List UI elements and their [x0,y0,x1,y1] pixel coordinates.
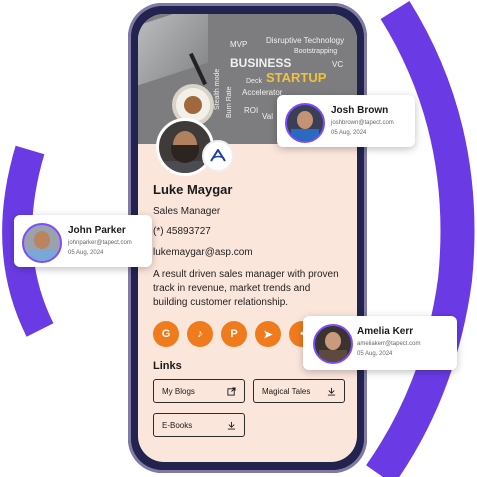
avatar [313,324,353,364]
cover-word: Accelerator [242,88,283,97]
cover-word: Deck [246,78,262,85]
cover-word: VC [332,60,344,69]
company-logo-icon [202,140,234,172]
pinterest-icon[interactable]: P [221,321,247,347]
contact-card-john-parker[interactable]: John Parker johnparker@tapect.com 05 Aug… [14,215,152,267]
link-button-ebooks[interactable]: E-Books [153,413,245,437]
cover-word: STARTUP [266,70,327,85]
cover-word: Stealth mode [214,68,221,110]
links-heading: Links [153,360,182,372]
contact-name: Amelia Kerr [357,326,414,337]
cover-word: Disruptive Technology [266,36,345,45]
contact-date: 05 Aug, 2024 [331,130,367,136]
download-icon [227,421,236,430]
external-link-icon [227,386,236,396]
link-label: Magical Tales [262,386,311,396]
contact-email: johnparker@tapect.com [68,240,132,246]
profile-phone[interactable]: (*) 45893727 [153,226,211,237]
contact-name: Josh Brown [331,105,389,116]
contact-email: ameliakerr@tapect.com [357,341,421,347]
profile-title: Sales Manager [153,206,221,217]
profile-email[interactable]: lukemaygar@asp.com [153,247,253,258]
avatar [285,103,325,143]
cover-word: BUSINESS [230,56,292,70]
contact-name: John Parker [68,225,126,236]
cover-word: Bootstrapping [294,48,338,55]
contact-card-amelia-kerr[interactable]: Amelia Kerr ameliakerr@tapect.com 05 Aug… [303,316,457,370]
contact-email: joshbrown@tapect.com [331,120,394,126]
link-button-my-blogs[interactable]: My Blogs [153,379,245,403]
profile-name: Luke Maygar [153,182,233,197]
cover-word: ROI [244,106,259,115]
google-icon[interactable]: G [153,321,179,347]
contact-date: 05 Aug, 2024 [357,351,393,357]
profile-bio: A result driven sales manager with prove… [153,269,339,308]
link-label: My Blogs [162,386,195,396]
contact-card-josh-brown[interactable]: Josh Brown joshbrown@tapect.com 05 Aug, … [277,95,415,147]
cover-word: Burn Rate [226,86,233,118]
link-label: E-Books [162,420,193,430]
tiktok-icon[interactable]: ♪ [187,321,213,347]
telegram-icon[interactable]: ➤ [255,321,281,347]
cover-word: MVP [230,40,248,49]
avatar [22,223,62,263]
phone-screen: Disruptive Technology Bootstrapping MVP … [138,14,357,462]
social-links: G ♪ P ➤ • [153,321,315,347]
link-button-magical-tales[interactable]: Magical Tales [253,379,345,403]
download-icon [327,387,336,396]
cover-word: Val [262,112,273,121]
contact-date: 05 Aug, 2024 [68,250,104,256]
